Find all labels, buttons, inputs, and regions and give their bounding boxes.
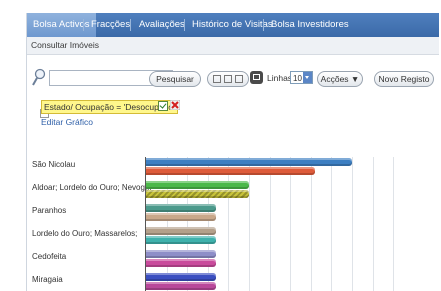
chart-view-icon[interactable]: [250, 71, 263, 84]
gridline: [269, 157, 271, 291]
filter-enabled-checkbox[interactable]: [158, 101, 168, 111]
chevron-down-icon: [303, 72, 312, 83]
gridline: [372, 157, 374, 291]
bar[interactable]: [146, 167, 315, 175]
bar[interactable]: [146, 158, 352, 166]
bar[interactable]: [146, 204, 217, 212]
consultar-imoveis-link[interactable]: Consultar Imóveis: [31, 40, 99, 50]
gridline: [249, 157, 250, 291]
chart-y-axis: [145, 157, 146, 291]
gridline: [290, 157, 292, 291]
tab-fraccoes[interactable]: Fracções: [85, 13, 136, 37]
detail-view-icon[interactable]: [235, 75, 243, 83]
search-button[interactable]: Pesquisar: [149, 71, 201, 87]
gridline: [166, 157, 168, 291]
tab-avaliacoes[interactable]: Avaliações: [133, 13, 191, 37]
category-label: Cedofeita: [32, 252, 67, 261]
category-label: São Nicolau: [32, 160, 76, 169]
tab-separator: [263, 19, 264, 31]
gridline: [228, 157, 230, 291]
bar[interactable]: [146, 273, 217, 281]
category-label: Paranhos: [32, 206, 67, 215]
filter-area: − Estado/ Ocupação = 'Desocupado' Editar…: [27, 97, 439, 137]
tab-bolsa-investidores[interactable]: Bolsa Investidores: [265, 13, 355, 37]
gridline: [207, 157, 209, 291]
bar[interactable]: [146, 250, 217, 258]
gridline: [310, 157, 312, 291]
novo-registo-button[interactable]: Novo Registo: [374, 71, 434, 87]
bar-chart: São Nicolau Aldoar; Lordelo do Ouro; Nevo…: [27, 153, 439, 291]
bar[interactable]: [146, 282, 217, 290]
category-label: Miragaia: [32, 275, 63, 284]
app-frame: Bolsa Activos Fracções Avaliações Histór…: [26, 13, 439, 291]
linhas-value: 10: [293, 74, 302, 83]
tab-separator: [83, 19, 84, 31]
bar[interactable]: [146, 190, 249, 198]
gridline: [187, 157, 189, 291]
view-mode-switch[interactable]: [207, 71, 249, 87]
sub-navigation: Consultar Imóveis: [27, 37, 439, 55]
gridline: [352, 157, 353, 291]
search-toolbar: Pesquisar Linhas 10 Acções ▼ Novo Regist…: [27, 67, 439, 93]
bar[interactable]: [146, 181, 249, 189]
remove-filter-icon[interactable]: [170, 100, 180, 110]
bar[interactable]: [146, 259, 217, 267]
tab-bar: Bolsa Activos Fracções Avaliações Histór…: [27, 13, 439, 37]
gridline: [393, 157, 395, 291]
tab-separator: [184, 19, 185, 31]
linhas-select[interactable]: 10: [290, 71, 313, 84]
category-label: Aldoar; Lordelo do Ouro; Nevog...: [32, 183, 152, 192]
linhas-label: Linhas: [267, 73, 293, 83]
edit-chart-link[interactable]: Editar Gráfico: [41, 117, 93, 127]
grid-view-icon[interactable]: [213, 75, 221, 83]
list-view-icon[interactable]: [224, 75, 232, 83]
search-icon: [32, 68, 46, 86]
bar[interactable]: [146, 236, 217, 244]
category-label: Lordelo do Ouro; Massarelos;: [32, 229, 138, 238]
bar[interactable]: [146, 213, 217, 221]
bar[interactable]: [146, 227, 217, 235]
acoes-button[interactable]: Acções ▼: [317, 71, 363, 87]
tab-separator: [130, 19, 131, 31]
gridline: [331, 157, 333, 291]
